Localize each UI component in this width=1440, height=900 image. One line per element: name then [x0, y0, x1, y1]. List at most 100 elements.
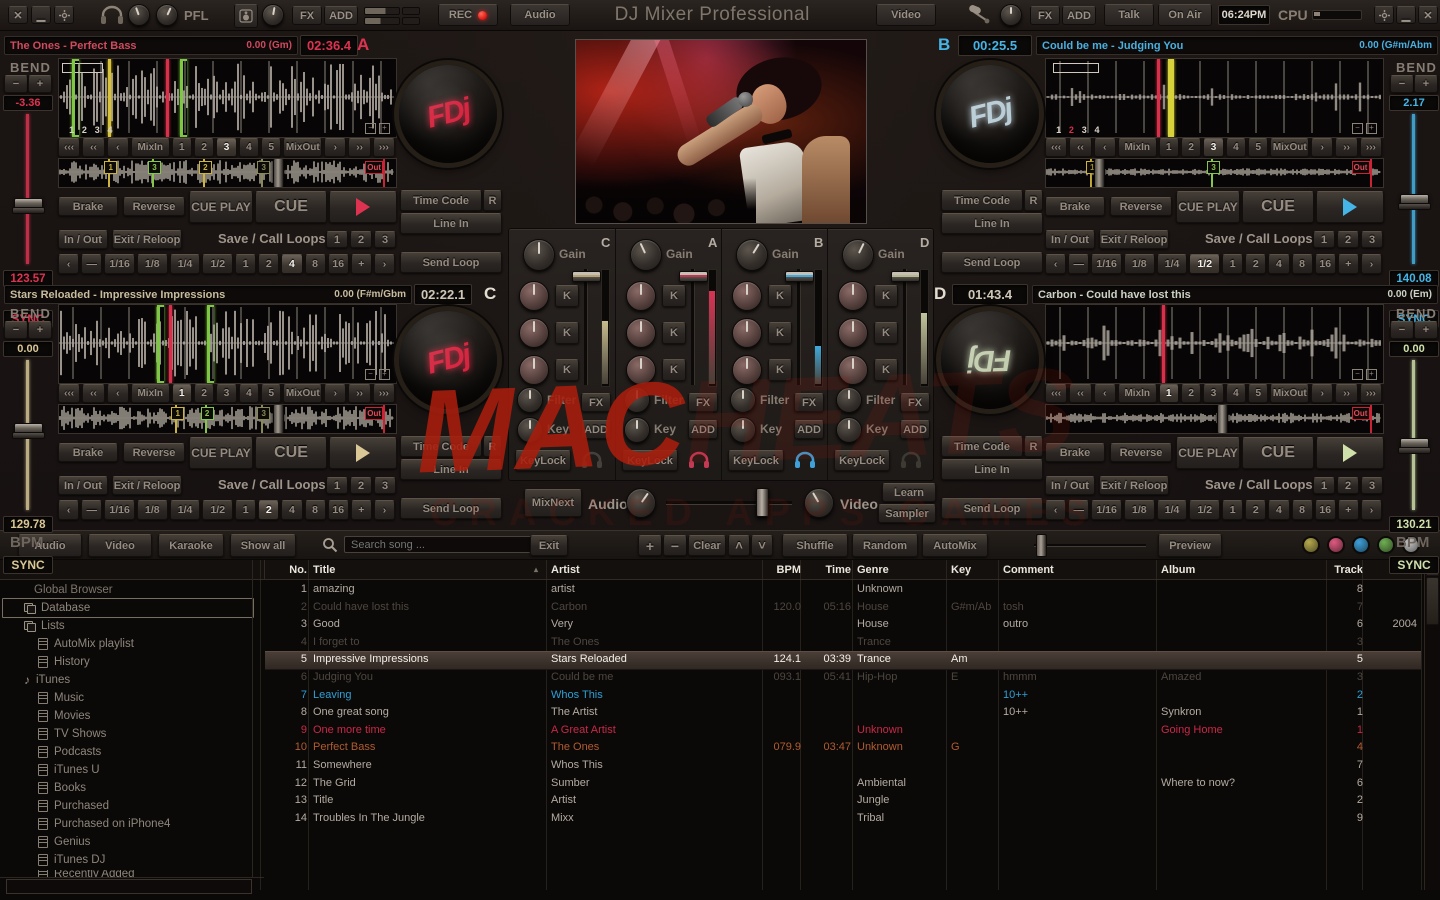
loop-2-button[interactable]: 2: [1245, 500, 1266, 520]
nav-mixout-button[interactable]: MixOut: [283, 138, 322, 157]
key-knob[interactable]: [624, 417, 650, 443]
channel-fader-track[interactable]: [584, 269, 588, 385]
color-dot[interactable]: [1379, 538, 1393, 552]
random-button[interactable]: Random: [852, 534, 918, 557]
table-row[interactable]: 6Judging YouCould be me093.105:41Hip-Hop…: [0, 669, 1440, 686]
table-row[interactable]: 10Perfect BassThe Ones079.903:47UnknownG…: [0, 739, 1440, 756]
brake-button[interactable]: Brake: [58, 443, 118, 462]
zoom-out-icon[interactable]: −: [1352, 123, 1363, 134]
column-header-track[interactable]: Track: [1331, 561, 1363, 579]
minimize-button-left[interactable]: ▁: [31, 6, 51, 24]
channel-fx-button[interactable]: FX: [688, 393, 718, 412]
loop-4-button[interactable]: 4: [1268, 254, 1289, 274]
channel-phones-icon[interactable]: [688, 451, 710, 469]
nav-cue-2-button[interactable]: 2: [194, 138, 214, 157]
loop-+-button[interactable]: +: [351, 254, 372, 274]
zoom-in-icon[interactable]: +: [1366, 369, 1377, 380]
loop-›-button[interactable]: ›: [374, 254, 395, 274]
jog-wheel-a[interactable]: FDj: [399, 65, 497, 163]
nav-cue-4-button[interactable]: 4: [239, 138, 259, 157]
preview-volume-track[interactable]: [1034, 544, 1146, 547]
table-row[interactable]: 11SomewhereWhos This7: [0, 757, 1440, 774]
bend-plus-button[interactable]: +: [28, 75, 52, 93]
loop-1/2-button[interactable]: 1/2: [202, 254, 233, 274]
loop-—-button[interactable]: —: [1068, 500, 1089, 520]
overview-playhead[interactable]: [1094, 158, 1105, 188]
nav-cue-5-button[interactable]: 5: [261, 138, 281, 157]
loop-1/4-button[interactable]: 1/4: [1157, 500, 1188, 520]
loop-1/8-button[interactable]: 1/8: [137, 254, 168, 274]
play-button[interactable]: [1316, 437, 1384, 469]
loop-1/4-button[interactable]: 1/4: [170, 254, 201, 274]
table-row[interactable]: 14Troubles In The JungleMixxTribal9: [0, 810, 1440, 827]
nav-cue-2-button[interactable]: 2: [1181, 138, 1201, 157]
loop-2-button[interactable]: 2: [1245, 254, 1266, 274]
keylock-button[interactable]: KeyLock: [515, 450, 571, 471]
loop-1-button[interactable]: 1: [235, 500, 256, 520]
pitch-slider-track[interactable]: [1412, 360, 1415, 510]
channel-phones-icon[interactable]: [900, 451, 922, 469]
loop-2-button[interactable]: 2: [258, 500, 279, 520]
nav-›››-button[interactable]: ›››: [373, 384, 395, 403]
nav-mixout-button[interactable]: MixOut: [1270, 138, 1309, 157]
loop-1/2-button[interactable]: 1/2: [202, 500, 233, 520]
line-in-button[interactable]: Line In: [400, 459, 502, 480]
loop-slot-2-button[interactable]: 2: [350, 477, 372, 494]
loop-slot-1-button[interactable]: 1: [326, 231, 348, 248]
nav-cue-3-button[interactable]: 3: [216, 138, 236, 157]
loop-2-button[interactable]: 2: [258, 254, 279, 274]
loop-+-button[interactable]: +: [351, 500, 372, 520]
channel-fader-track[interactable]: [797, 269, 801, 385]
nav-cue-4-button[interactable]: 4: [1226, 138, 1246, 157]
channel-add-button[interactable]: ADD: [794, 420, 824, 439]
send-loop-button[interactable]: Send Loop: [400, 252, 502, 273]
audio-crossfade-knob[interactable]: [626, 488, 656, 518]
column-header-key[interactable]: Key: [951, 561, 999, 579]
nav-cue-3-button[interactable]: 3: [1203, 384, 1223, 403]
playlist-scrollbar-thumb[interactable]: [1426, 577, 1439, 625]
reverse-button[interactable]: Reverse: [1110, 443, 1172, 462]
filter-knob[interactable]: [836, 387, 862, 413]
loop-1/2-button[interactable]: 1/2: [1189, 254, 1220, 274]
settings-gear-button-left[interactable]: [54, 6, 74, 24]
loop-4-button[interactable]: 4: [281, 254, 302, 274]
loop-›-button[interactable]: ›: [1361, 254, 1382, 274]
nav-‹‹‹-button[interactable]: ‹‹‹: [1045, 138, 1067, 157]
nav-‹‹-button[interactable]: ‹‹: [82, 384, 104, 403]
nav-mixout-button[interactable]: MixOut: [1270, 384, 1309, 403]
cue-button[interactable]: CUE: [255, 437, 327, 469]
line-in-button[interactable]: Line In: [941, 459, 1043, 480]
keylock-button[interactable]: KeyLock: [622, 450, 678, 471]
eq-kill-button[interactable]: K: [768, 359, 792, 381]
loop-1/8-button[interactable]: 1/8: [1124, 500, 1155, 520]
filter-knob[interactable]: [730, 387, 756, 413]
nav-‹-button[interactable]: ‹: [107, 384, 129, 403]
key-knob[interactable]: [517, 417, 543, 443]
playlist-remove-button[interactable]: −: [663, 535, 687, 556]
loop-1-button[interactable]: 1: [1222, 254, 1243, 274]
nav-cue-1-button[interactable]: 1: [172, 384, 192, 403]
nav-›-button[interactable]: ›: [324, 138, 346, 157]
nav-›››-button[interactable]: ›››: [1360, 138, 1382, 157]
nav-mixin-button[interactable]: MixIn: [131, 384, 170, 403]
channel-fx-button[interactable]: FX: [900, 393, 930, 412]
channel-fader-track[interactable]: [903, 269, 907, 385]
sidebar-item-genius[interactable]: Genius: [38, 834, 90, 850]
zoom-out-icon[interactable]: −: [365, 123, 376, 134]
nav-cue-1-button[interactable]: 1: [1159, 384, 1179, 403]
nav-cue-1-button[interactable]: 1: [172, 138, 192, 157]
table-row[interactable]: 2Could have lost thisCarbon120.005:16Hou…: [0, 599, 1440, 616]
color-dot[interactable]: [1354, 538, 1368, 552]
sync-button[interactable]: SYNC: [3, 556, 53, 574]
loop-‹-button[interactable]: ‹: [58, 500, 79, 520]
sampler-button[interactable]: Sampler: [878, 504, 936, 523]
loop-1/8-button[interactable]: 1/8: [137, 500, 168, 520]
eq-kill-button[interactable]: K: [662, 359, 686, 381]
deck-d-overview[interactable]: Out: [1045, 404, 1384, 434]
zoom-in-icon[interactable]: +: [379, 369, 390, 380]
close-button-left[interactable]: ✕: [8, 6, 28, 24]
nav-‹‹‹-button[interactable]: ‹‹‹: [58, 384, 80, 403]
table-row[interactable]: 5Impressive ImpressionsStars Reloaded124…: [0, 651, 1440, 668]
column-header-bpm[interactable]: BPM: [767, 561, 801, 579]
nav-‹‹‹-button[interactable]: ‹‹‹: [58, 138, 80, 157]
